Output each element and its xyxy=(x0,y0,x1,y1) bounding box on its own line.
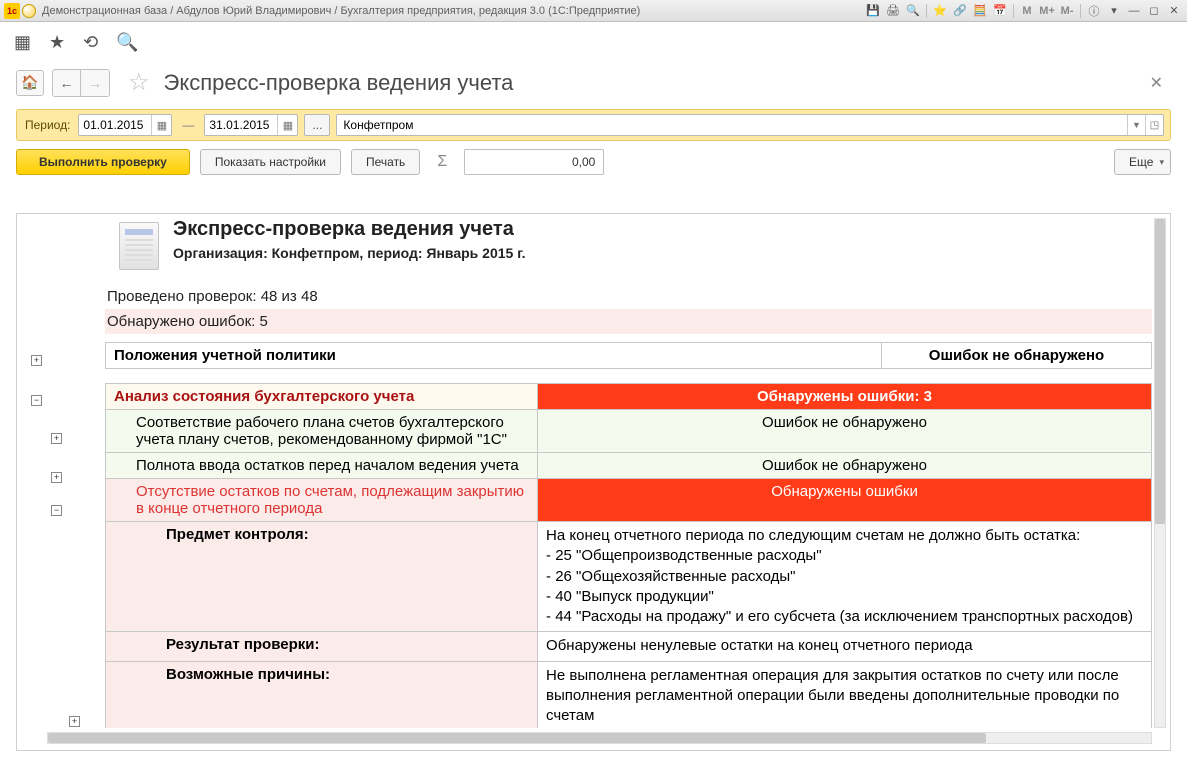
filter-bar: Период: ▦ — ▦ ... ▼ ◳ xyxy=(16,109,1171,141)
section-title[interactable]: Положения учетной политики xyxy=(106,343,882,369)
help-icon[interactable]: ⓘ xyxy=(1085,3,1103,19)
check-title[interactable]: Отсутствие остатков по счетам, подлежащи… xyxy=(106,479,538,522)
star-icon[interactable]: ★ xyxy=(49,32,65,53)
detail-label: Возможные причины: xyxy=(106,661,538,728)
home-button[interactable]: 🏠 xyxy=(16,70,44,96)
report-area: + − + + − + Экспресс-проверка ведения уч… xyxy=(16,213,1171,751)
memory-mplus[interactable]: M+ xyxy=(1038,3,1056,19)
run-check-button[interactable]: Выполнить проверку xyxy=(16,149,190,175)
org-input-wrapper: ▼ ◳ xyxy=(336,114,1164,136)
forward-button[interactable]: → xyxy=(81,70,109,96)
close-window-icon[interactable]: ✕ xyxy=(1165,3,1183,19)
report-subtitle: Организация: Конфетпром, период: Январь … xyxy=(173,245,526,261)
favorite-icon[interactable]: ⭐ xyxy=(931,3,949,19)
window-title: Демонстрационная база / Абдулов Юрий Вла… xyxy=(42,5,864,17)
detail-label: Предмет контроля: xyxy=(106,522,538,632)
action-bar: Выполнить проверку Показать настройки Пе… xyxy=(16,149,1171,175)
vertical-scrollbar[interactable] xyxy=(1154,218,1166,728)
tree-toggle[interactable]: + xyxy=(51,433,62,444)
window-titlebar: 1c Демонстрационная база / Абдулов Юрий … xyxy=(0,0,1187,22)
section-row: Анализ состояния бухгалтерского учета Об… xyxy=(106,384,1152,410)
save-icon[interactable]: 💾 xyxy=(864,3,882,19)
history-icon[interactable]: ⟲ xyxy=(83,32,98,53)
tree-toggle[interactable]: + xyxy=(51,472,62,483)
section-result: Ошибок не обнаружено xyxy=(882,343,1152,369)
date-to-wrapper: ▦ xyxy=(204,114,298,136)
show-settings-button[interactable]: Показать настройки xyxy=(200,149,341,175)
titlebar-dropdown-icon[interactable] xyxy=(22,4,36,18)
period-picker-button[interactable]: ... xyxy=(304,114,330,136)
check-row: Отсутствие остатков по счетам, подлежащи… xyxy=(106,479,1152,522)
close-page-icon[interactable]: ✕ xyxy=(1142,69,1171,97)
check-title[interactable]: Соответствие рабочего плана счетов бухга… xyxy=(106,410,538,453)
print-icon[interactable]: 🖨 xyxy=(884,3,902,19)
check-result: Ошибок не обнаружено xyxy=(538,410,1152,453)
check-row: Полнота ввода остатков перед началом вед… xyxy=(106,453,1152,479)
report-doc-icon xyxy=(119,222,159,270)
tree-toggle[interactable]: + xyxy=(69,716,80,727)
detail-row: Результат проверки: Обнаружены ненулевые… xyxy=(106,632,1152,661)
sum-field[interactable]: 0,00 xyxy=(464,149,604,175)
detail-body: Обнаружены ненулевые остатки на конец от… xyxy=(538,632,1152,661)
sigma-icon: Σ xyxy=(430,149,454,175)
tree-toggle[interactable]: + xyxy=(31,355,42,366)
detail-label: Результат проверки: xyxy=(106,632,538,661)
detail-body: Не выполнена регламентная операция для з… xyxy=(538,661,1152,728)
section-row: Положения учетной политики Ошибок не обн… xyxy=(106,343,1152,369)
section-title[interactable]: Анализ состояния бухгалтерского учета xyxy=(106,384,538,410)
app-logo-icon: 1c xyxy=(4,3,20,19)
org-input[interactable] xyxy=(337,115,1127,135)
memory-m[interactable]: M xyxy=(1018,3,1036,19)
period-label: Период: xyxy=(23,118,72,132)
horizontal-scrollbar[interactable] xyxy=(47,732,1152,744)
section-result: Обнаружены ошибки: 3 xyxy=(538,384,1152,410)
memory-mminus[interactable]: M- xyxy=(1058,3,1076,19)
calendar-icon[interactable]: 📅 xyxy=(991,3,1009,19)
check-result: Обнаружены ошибки xyxy=(538,479,1152,522)
preview-icon[interactable]: 🔍 xyxy=(904,3,922,19)
search-icon[interactable]: 🔍 xyxy=(116,32,138,53)
check-row: Соответствие рабочего плана счетов бухга… xyxy=(106,410,1152,453)
report-table: Положения учетной политики Ошибок не обн… xyxy=(105,342,1152,369)
apps-grid-icon[interactable]: ▦ xyxy=(14,32,31,53)
org-open-icon[interactable]: ◳ xyxy=(1145,115,1163,135)
tree-toggle[interactable]: − xyxy=(51,505,62,516)
nav-row: 🏠 ← → ☆ Экспресс-проверка ведения учета … xyxy=(0,62,1187,109)
period-dash: — xyxy=(178,118,198,132)
tree-toggle[interactable]: − xyxy=(31,395,42,406)
help-dd-icon[interactable]: ▾ xyxy=(1105,3,1123,19)
check-result: Ошибок не обнаружено xyxy=(538,453,1152,479)
date-from-calendar-icon[interactable]: ▦ xyxy=(151,115,171,135)
errors-found-line: Обнаружено ошибок: 5 xyxy=(105,309,1152,334)
report-title: Экспресс-проверка ведения учета xyxy=(173,218,526,241)
page-title: Экспресс-проверка ведения учета xyxy=(164,70,514,96)
more-button[interactable]: Еще xyxy=(1114,149,1171,175)
date-from-wrapper: ▦ xyxy=(78,114,172,136)
vertical-scrollbar-thumb[interactable] xyxy=(1155,219,1165,524)
app-toolbar: ▦ ★ ⟲ 🔍 xyxy=(0,22,1187,62)
back-button[interactable]: ← xyxy=(53,70,81,96)
detail-row: Предмет контроля: На конец отчетного пер… xyxy=(106,522,1152,632)
detail-body: На конец отчетного периода по следующим … xyxy=(538,522,1152,632)
detail-row: Возможные причины: Не выполнена регламен… xyxy=(106,661,1152,728)
minimize-icon[interactable]: — xyxy=(1125,3,1143,19)
link-icon[interactable]: 🔗 xyxy=(951,3,969,19)
date-to-calendar-icon[interactable]: ▦ xyxy=(277,115,297,135)
maximize-icon[interactable]: ◻ xyxy=(1145,3,1163,19)
checks-done-line: Проведено проверок: 48 из 48 xyxy=(105,284,1152,309)
date-to-input[interactable] xyxy=(205,115,277,135)
calc-icon[interactable]: 🧮 xyxy=(971,3,989,19)
org-dropdown-icon[interactable]: ▼ xyxy=(1127,115,1145,135)
print-button[interactable]: Печать xyxy=(351,149,420,175)
check-title[interactable]: Полнота ввода остатков перед началом вед… xyxy=(106,453,538,479)
date-from-input[interactable] xyxy=(79,115,151,135)
horizontal-scrollbar-thumb[interactable] xyxy=(48,733,986,743)
report-table: Анализ состояния бухгалтерского учета Об… xyxy=(105,383,1152,728)
favorite-page-icon[interactable]: ☆ xyxy=(128,68,150,97)
tree-column: + − + + − + xyxy=(27,218,97,728)
